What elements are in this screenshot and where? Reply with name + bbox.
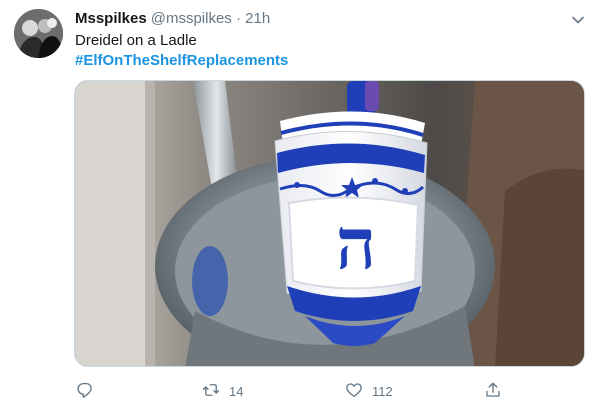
retweet-icon: [202, 381, 220, 402]
like-count: 112: [372, 383, 393, 399]
tweet-photo[interactable]: ה: [74, 80, 585, 367]
hashtag-link[interactable]: #ElfOnTheShelfReplacements: [75, 51, 288, 70]
reply-button[interactable]: [76, 378, 94, 404]
retweet-button[interactable]: 14: [202, 378, 243, 404]
timestamp[interactable]: 21h: [245, 10, 270, 27]
avatar[interactable]: [14, 9, 63, 58]
separator-dot: ·: [235, 10, 241, 27]
reply-icon: [76, 381, 94, 402]
dreidel-letter: ה: [335, 202, 377, 285]
tweet-header: Msspilkes @msspilkes · 21h: [75, 10, 270, 28]
heart-icon: [345, 381, 363, 402]
like-button[interactable]: 112: [345, 378, 393, 404]
tweet-actions: 14 112: [0, 378, 600, 404]
share-icon: [484, 381, 502, 402]
display-name[interactable]: Msspilkes: [75, 10, 147, 27]
tweet-text: Dreidel on a Ladle: [75, 32, 197, 49]
chevron-down-icon[interactable]: [568, 10, 588, 30]
share-button[interactable]: [484, 378, 502, 404]
retweet-count: 14: [229, 383, 244, 399]
user-handle[interactable]: @msspilkes: [151, 10, 232, 27]
